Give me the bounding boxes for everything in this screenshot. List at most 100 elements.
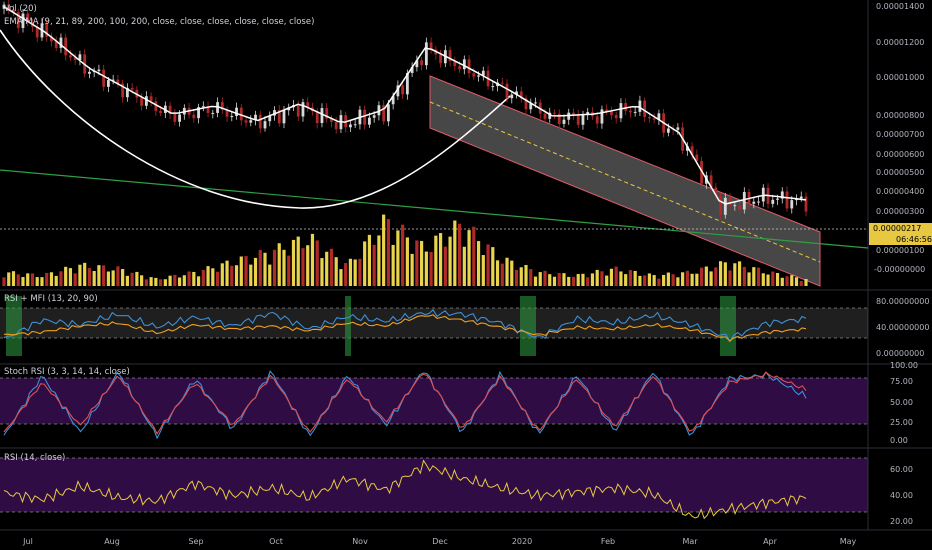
volume-bar — [263, 252, 267, 286]
volume-bar — [401, 224, 405, 286]
candle-body — [301, 102, 305, 117]
volume-bar — [723, 262, 727, 286]
svg-text:100.00: 100.00 — [890, 361, 918, 370]
volume-bar — [529, 269, 533, 286]
volume-bar — [358, 258, 362, 286]
volume-bar — [685, 270, 689, 286]
candle-body — [258, 114, 262, 129]
volume-bar — [728, 270, 732, 286]
volume-bar — [643, 275, 647, 286]
volume-bar — [282, 249, 286, 286]
volume-bar — [434, 235, 438, 286]
volume-bar — [657, 278, 661, 286]
volume-bar — [253, 257, 258, 286]
candle-body — [614, 115, 618, 119]
volume-bar — [699, 267, 704, 286]
volume-bar — [652, 275, 656, 286]
volume-bar — [220, 263, 224, 286]
volume-bar — [794, 277, 799, 286]
svg-text:0.00001200: 0.00001200 — [876, 38, 924, 47]
volume-bar — [173, 274, 177, 286]
volume-bar — [676, 277, 680, 286]
volume-bar — [752, 267, 756, 286]
volume-bar — [315, 240, 319, 286]
volume-bar — [714, 267, 718, 286]
candle-body — [761, 187, 765, 202]
svg-text:25.00: 25.00 — [890, 418, 913, 427]
candle-body — [752, 201, 756, 204]
volume-bar — [320, 258, 324, 286]
trading-chart[interactable]: Vol (20) EMA/MA (9, 21, 89, 200, 100, 20… — [0, 0, 932, 550]
volume-bar — [533, 276, 538, 286]
candle-body — [154, 101, 158, 112]
svg-text:0.00001400: 0.00001400 — [876, 2, 924, 11]
volume-bar — [159, 279, 163, 286]
candle-body — [192, 114, 196, 119]
candle-body — [510, 94, 514, 99]
candle-body — [159, 111, 163, 113]
candle-body — [102, 69, 106, 87]
countdown-value: 06:46:56 — [896, 235, 932, 244]
volume-bar — [695, 273, 699, 286]
candle-body — [799, 196, 803, 199]
volume-bar — [116, 266, 120, 286]
time-label-8: Mar — [682, 537, 698, 546]
candle-body — [230, 115, 234, 117]
volume-bar — [49, 272, 54, 286]
candle-body — [144, 96, 148, 106]
candle-body — [88, 71, 91, 74]
volume-bar — [168, 275, 172, 286]
candle-body — [467, 59, 471, 74]
volume-bar — [68, 268, 73, 286]
volume-bar — [97, 265, 101, 286]
candle-body — [130, 87, 134, 90]
volume-bar — [35, 277, 39, 286]
svg-text:0.00000100: 0.00000100 — [876, 246, 924, 255]
svg-text:40.00: 40.00 — [890, 491, 913, 500]
candle-body — [386, 104, 390, 122]
stoch-band — [0, 378, 868, 424]
candle-body — [505, 83, 509, 99]
candle-body — [201, 106, 205, 108]
volume-bar — [83, 262, 87, 286]
volume-bar — [59, 271, 63, 286]
volume-bar — [467, 230, 471, 286]
candle-body — [647, 116, 651, 119]
volume-bar — [438, 233, 443, 286]
volume-bar — [225, 260, 229, 286]
candle-body — [562, 119, 566, 124]
volume-bar — [386, 219, 390, 286]
volume-bar — [766, 274, 770, 286]
volume-bar — [495, 260, 500, 286]
volume-bar — [709, 271, 713, 286]
volume-bar — [144, 279, 148, 286]
candle-body — [676, 127, 680, 130]
volume-bar — [21, 277, 25, 286]
volume-bar — [756, 267, 761, 286]
candle-body — [149, 96, 153, 102]
volume-bar — [420, 240, 424, 286]
volume-bar — [481, 255, 485, 286]
volume-bar — [424, 251, 428, 286]
volume-bar — [11, 271, 16, 286]
candle-body — [785, 191, 789, 209]
volume-bar — [363, 241, 367, 286]
volume-bar — [742, 266, 746, 286]
candle-body — [643, 100, 647, 117]
candle-body — [69, 55, 72, 58]
volume-bar — [737, 261, 742, 286]
candle-body — [349, 124, 352, 128]
volume-bar — [201, 269, 205, 286]
candle-body — [282, 110, 286, 124]
candle-body — [458, 66, 461, 70]
candle-body — [372, 115, 376, 118]
svg-text:0.00000800: 0.00000800 — [876, 111, 924, 120]
volume-bar — [382, 214, 386, 286]
volume-bar — [405, 237, 409, 286]
volume-bar — [296, 236, 300, 286]
candle-body — [235, 107, 238, 116]
volume-bar — [348, 258, 353, 286]
volume-bar — [325, 251, 329, 286]
svg-text:0.00001000: 0.00001000 — [876, 73, 924, 82]
volume-bar — [429, 251, 433, 286]
